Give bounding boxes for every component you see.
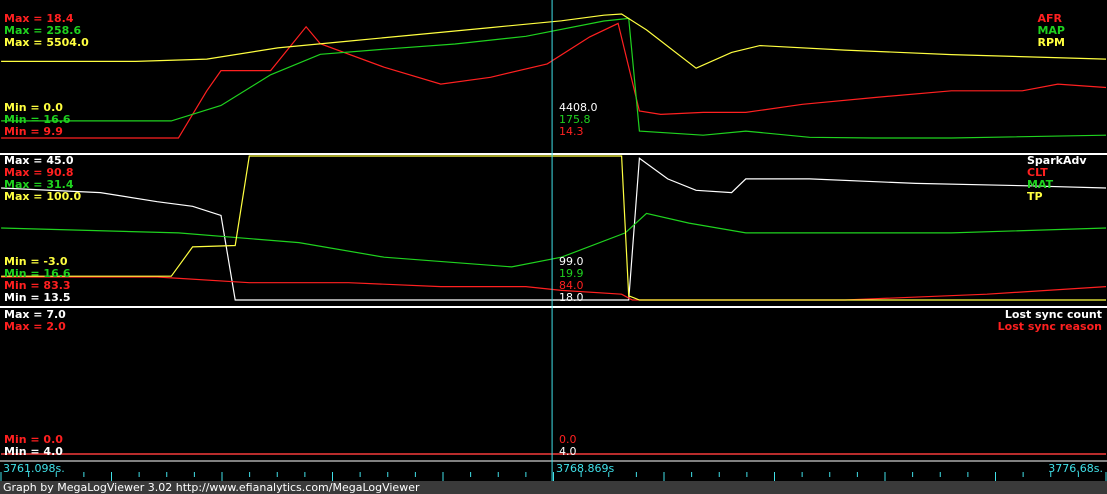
plot-background — [0, 0, 1107, 481]
panel3-reason-max: Max = 2.0 — [4, 320, 66, 333]
time-cursor-label: 3768.869s — [556, 462, 615, 475]
panel2-tp-max: Max = 100.0 — [4, 190, 82, 203]
time-start-label: 3761.098s. — [3, 462, 65, 475]
chart-canvas[interactable] — [0, 0, 1107, 494]
time-end-label: 3776.68s. — [1048, 462, 1103, 475]
legend-rpm[interactable]: RPM — [1038, 37, 1065, 49]
cursor-value-lost-sync-count: 4.0 — [559, 445, 577, 458]
cursor-value-afr: 14.3 — [559, 125, 584, 138]
panel1-rpm-max: Max = 5504.0 — [4, 36, 89, 49]
footer-credit[interactable]: Graph by MegaLogViewer 3.02 http://www.e… — [0, 481, 1107, 494]
legend-tp[interactable]: TP — [1027, 191, 1043, 203]
panel1-rpm-min: Min = 9.9 — [4, 125, 63, 138]
legend-lost-sync-reason[interactable]: Lost sync reason — [998, 321, 1102, 333]
cursor-value-sparkadv: 18.0 — [559, 291, 584, 304]
panel3-count-min: Min = 4.0 — [4, 445, 63, 458]
panel2-sparkadv-min: Min = 13.5 — [4, 291, 71, 304]
